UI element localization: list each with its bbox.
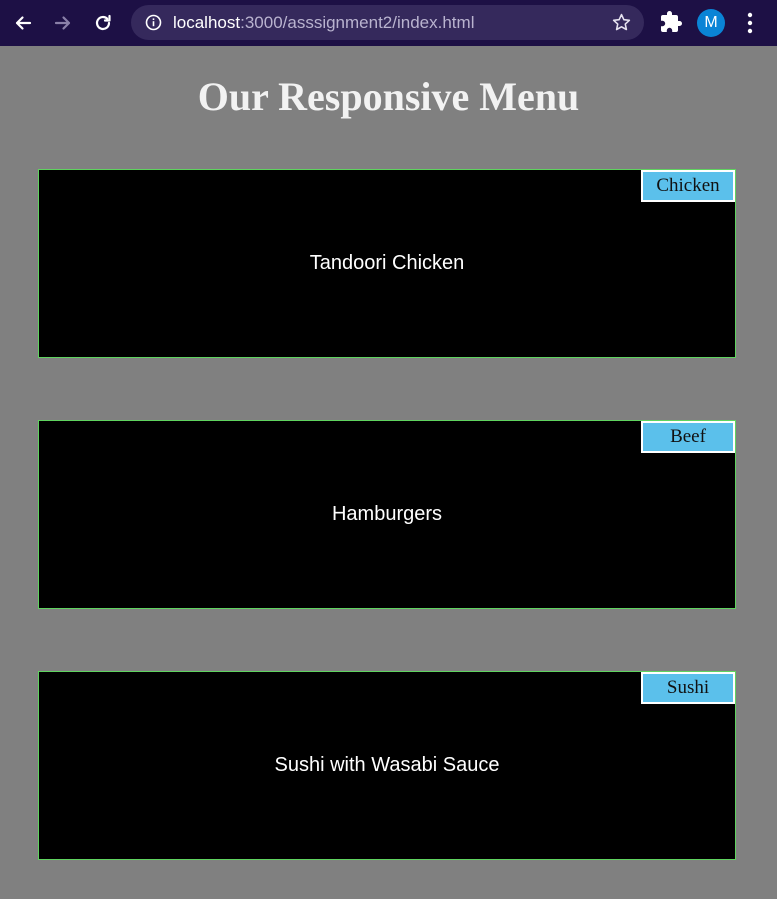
address-bar[interactable]: localhost:3000/asssignment2/index.html <box>131 5 644 40</box>
extensions-puzzle-icon[interactable] <box>659 10 683 34</box>
category-tag: Sushi <box>641 672 735 704</box>
url-text[interactable]: localhost:3000/asssignment2/index.html <box>173 5 474 40</box>
menu-item-name: Hamburgers <box>331 503 443 525</box>
page-title: Our Responsive Menu <box>197 74 580 119</box>
more-vert-icon[interactable] <box>740 10 760 36</box>
forward-arrow-icon <box>54 16 71 30</box>
menu-item-name: Sushi with Wasabi Sauce <box>274 754 500 776</box>
info-icon[interactable] <box>145 14 162 31</box>
back-arrow-icon <box>15 16 32 30</box>
star-icon[interactable] <box>611 12 632 33</box>
url-host: localhost <box>173 13 241 32</box>
browser-toolbar: localhost:3000/asssignment2/index.html M <box>0 0 777 46</box>
menu-card: Hamburgers Beef <box>38 420 736 609</box>
menu-item-name: Tandoori Chicken <box>309 252 465 274</box>
category-tag: Chicken <box>641 170 735 202</box>
avatar[interactable]: M <box>697 9 725 37</box>
back-button[interactable] <box>7 7 39 39</box>
forward-button[interactable] <box>47 7 79 39</box>
reload-button[interactable] <box>87 7 119 39</box>
menu-card: Sushi with Wasabi Sauce Sushi <box>38 671 736 860</box>
category-tag: Beef <box>641 421 735 453</box>
menu-card: Tandoori Chicken Chicken <box>38 169 736 358</box>
reload-icon <box>95 14 111 31</box>
url-path: :3000/asssignment2/index.html <box>240 13 475 32</box>
